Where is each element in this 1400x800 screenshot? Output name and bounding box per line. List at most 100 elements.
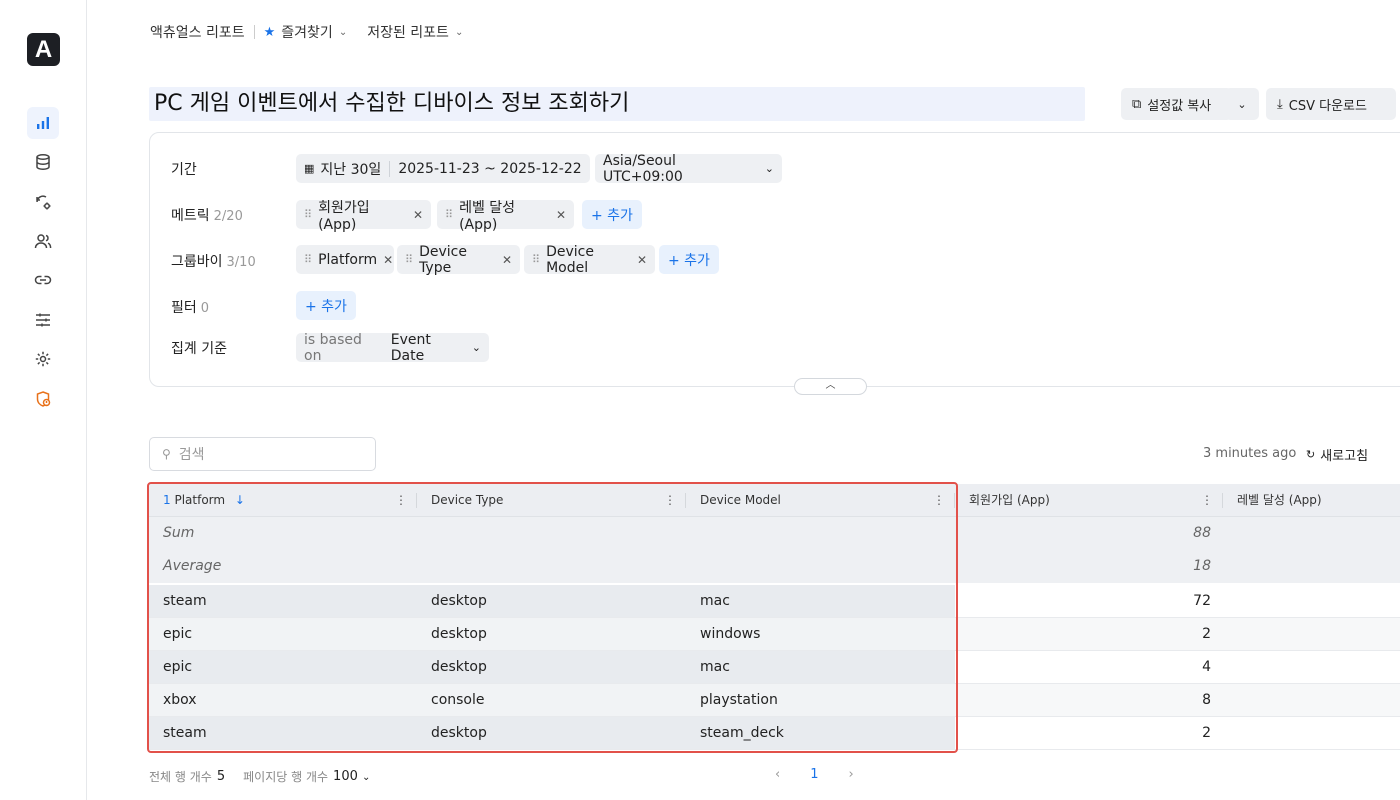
close-icon[interactable]: ✕ bbox=[556, 208, 566, 222]
groupby-chip-label: Platform bbox=[318, 251, 378, 268]
link-icon[interactable] bbox=[27, 264, 59, 296]
column-header-platform[interactable]: 1 Platform ↓ ⋮ bbox=[149, 484, 417, 517]
copy-settings-button[interactable]: ⧉ 설정값 복사 bbox=[1121, 88, 1232, 120]
next-page-icon[interactable]: › bbox=[848, 767, 853, 782]
table-row[interactable]: steam desktop steam_deck 2 bbox=[149, 717, 1400, 750]
chart-icon[interactable] bbox=[27, 107, 59, 139]
favorites-menu[interactable]: 즐겨찾기 bbox=[281, 22, 333, 42]
close-icon[interactable]: ✕ bbox=[413, 208, 423, 222]
chevron-down-icon[interactable]: ⌄ bbox=[455, 27, 463, 38]
average-row: Average 18 bbox=[149, 550, 1400, 583]
copy-options-dropdown[interactable]: ⌄ bbox=[1225, 88, 1259, 120]
rows-per-page-select[interactable]: 100 ⌄ bbox=[333, 769, 370, 784]
column-menu-icon[interactable]: ⋮ bbox=[395, 484, 407, 516]
close-icon[interactable]: ✕ bbox=[383, 253, 393, 267]
calendar-icon: ▦ bbox=[304, 162, 315, 175]
drag-handle-icon[interactable]: ⠿ bbox=[304, 208, 312, 221]
drag-handle-icon[interactable]: ⠿ bbox=[405, 253, 413, 266]
platform-cell: epic bbox=[149, 651, 417, 684]
table-header: 1 Platform ↓ ⋮ Device Type ⋮ Device Mode… bbox=[149, 484, 1400, 517]
level-cell bbox=[1223, 651, 1400, 684]
gear-icon[interactable] bbox=[27, 343, 59, 375]
app-logo[interactable]: A bbox=[27, 33, 60, 66]
timezone-select[interactable]: Asia/Seoul UTC+09:00 ⌄ bbox=[595, 152, 782, 185]
csv-download-button[interactable]: ⤓ CSV 다운로드 bbox=[1266, 88, 1396, 120]
groupby-chip[interactable]: ⠿ Device Type ✕ bbox=[397, 244, 520, 276]
column-header-device-type[interactable]: Device Type ⋮ bbox=[417, 484, 686, 517]
groupby-chip[interactable]: ⠿ Device Model ✕ bbox=[524, 243, 655, 276]
filter-label: 필터 0 bbox=[171, 300, 210, 316]
sort-desc-icon[interactable]: ↓ bbox=[235, 493, 245, 507]
signup-cell: 4 bbox=[955, 651, 1223, 684]
average-label: Average bbox=[149, 550, 417, 583]
platform-cell: epic bbox=[149, 618, 417, 651]
metric-chip[interactable]: ⠿ 레벨 달성 (App) ✕ bbox=[437, 200, 574, 233]
column-header-device-model[interactable]: Device Model ⋮ bbox=[686, 484, 955, 517]
drag-handle-icon[interactable]: ⠿ bbox=[445, 208, 453, 221]
rows-per-page-label: 페이지당 행 개수 bbox=[243, 770, 329, 784]
table-row[interactable]: epic desktop mac 4 bbox=[149, 651, 1400, 684]
aggregation-select[interactable]: is based on Event Date ⌄ bbox=[296, 332, 489, 364]
sliders-icon[interactable] bbox=[27, 304, 59, 336]
metric-chip[interactable]: ⠿ 회원가입 (App) ✕ bbox=[296, 200, 431, 233]
table-cell bbox=[417, 550, 686, 583]
period-picker[interactable]: ▦ 지난 30일 2025-11-23 ~ 2025-12-22 bbox=[296, 154, 590, 183]
column-menu-icon[interactable]: ⋮ bbox=[664, 484, 676, 516]
column-menu-icon[interactable]: ⋮ bbox=[933, 484, 945, 516]
chevron-down-icon: ⌄ bbox=[362, 772, 371, 783]
star-icon: ★ bbox=[263, 24, 276, 40]
search-placeholder: 검색 bbox=[178, 447, 205, 463]
signup-cell: 2 bbox=[955, 717, 1223, 750]
table-row[interactable]: epic desktop windows 2 bbox=[149, 618, 1400, 651]
table-cell bbox=[1223, 550, 1400, 583]
add-groupby-button[interactable]: + 추가 bbox=[659, 245, 719, 274]
groupby-chip[interactable]: ⠿ Platform ✕ bbox=[296, 245, 394, 274]
column-label: Device Model bbox=[700, 493, 781, 507]
total-rows-label: 전체 행 개수 bbox=[149, 770, 212, 784]
drag-handle-icon[interactable]: ⠿ bbox=[532, 253, 540, 266]
add-metric-button[interactable]: + 추가 bbox=[582, 200, 642, 229]
search-icon: ⚲ bbox=[162, 447, 171, 461]
column-header-signup[interactable]: 회원가입 (App) ⋮ bbox=[955, 484, 1223, 517]
add-filter-button[interactable]: + 추가 bbox=[296, 291, 356, 320]
column-label: 레벨 달성 (App) bbox=[1237, 493, 1322, 507]
column-menu-icon[interactable]: ⋮ bbox=[1201, 484, 1213, 516]
device-type-cell: console bbox=[417, 684, 686, 717]
table-row[interactable]: steam desktop mac 72 bbox=[149, 585, 1400, 618]
groupby-chip-label: Device Model bbox=[546, 243, 594, 276]
search-input[interactable]: ⚲ 검색 bbox=[149, 437, 376, 471]
report-title[interactable]: PC 게임 이벤트에서 수집한 디바이스 정보 조회하기 bbox=[149, 87, 1085, 121]
saved-reports-menu[interactable]: 저장된 리포트 bbox=[367, 22, 449, 42]
chevron-down-icon: ⌄ bbox=[471, 341, 481, 354]
drag-handle-icon[interactable]: ⠿ bbox=[304, 253, 312, 266]
users-icon[interactable] bbox=[27, 225, 59, 257]
table-row[interactable]: xbox console playstation 8 bbox=[149, 684, 1400, 717]
average-value: 18 bbox=[955, 550, 1223, 583]
total-rows-value: 5 bbox=[216, 769, 226, 784]
chevron-down-icon[interactable]: ⌄ bbox=[339, 27, 347, 38]
database-icon[interactable] bbox=[27, 146, 59, 178]
close-icon[interactable]: ✕ bbox=[637, 253, 647, 267]
close-icon[interactable]: ✕ bbox=[502, 253, 512, 267]
signup-cell: 8 bbox=[955, 684, 1223, 717]
period-label: 기간 bbox=[171, 162, 197, 178]
current-page[interactable]: 1 bbox=[810, 767, 818, 782]
timezone-value: Asia/Seoul UTC+09:00 bbox=[603, 152, 683, 185]
breadcrumb-root[interactable]: 액츄얼스 리포트 bbox=[150, 22, 245, 42]
level-cell bbox=[1223, 684, 1400, 717]
column-header-level-achieved[interactable]: 레벨 달성 (App) bbox=[1223, 484, 1400, 517]
level-cell bbox=[1223, 618, 1400, 651]
sync-settings-icon[interactable] bbox=[27, 186, 59, 218]
table-cell bbox=[417, 517, 686, 550]
signup-cell: 72 bbox=[955, 585, 1223, 618]
table-footer: 전체 행 개수 5 페이지당 행 개수 100 ⌄ bbox=[149, 768, 370, 785]
refresh-button[interactable]: ↻ 새로고침 bbox=[1306, 445, 1368, 464]
period-range: 2025-11-23 ~ 2025-12-22 bbox=[398, 160, 582, 177]
security-alert-icon[interactable] bbox=[27, 383, 59, 415]
table-cell bbox=[686, 517, 955, 550]
column-label: Device Type bbox=[431, 493, 504, 507]
metric-chip-label: 레벨 달성 (App) bbox=[459, 199, 516, 233]
collapse-panel-button[interactable]: ︿ bbox=[794, 378, 867, 395]
prev-page-icon[interactable]: ‹ bbox=[775, 767, 780, 782]
copy-icon: ⧉ bbox=[1132, 96, 1142, 112]
